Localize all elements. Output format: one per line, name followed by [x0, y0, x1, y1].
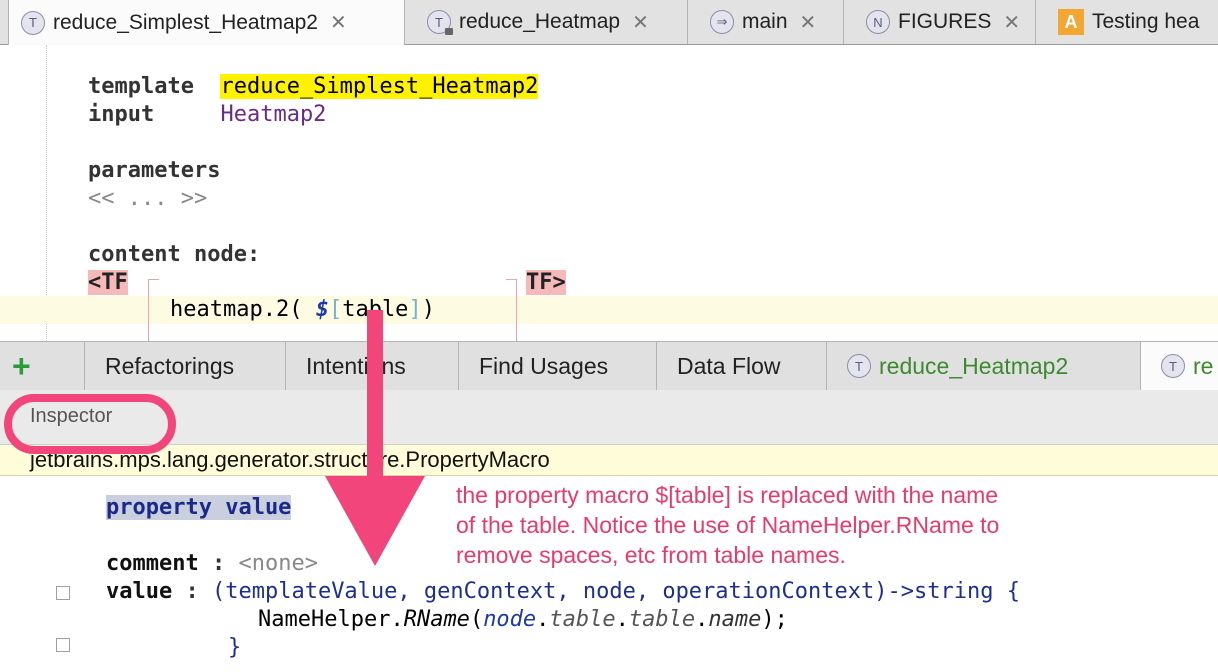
annotation-arrow-head [325, 476, 425, 566]
inspector-callout-ellipse [4, 394, 176, 454]
annotation-overlay [4, 310, 425, 566]
